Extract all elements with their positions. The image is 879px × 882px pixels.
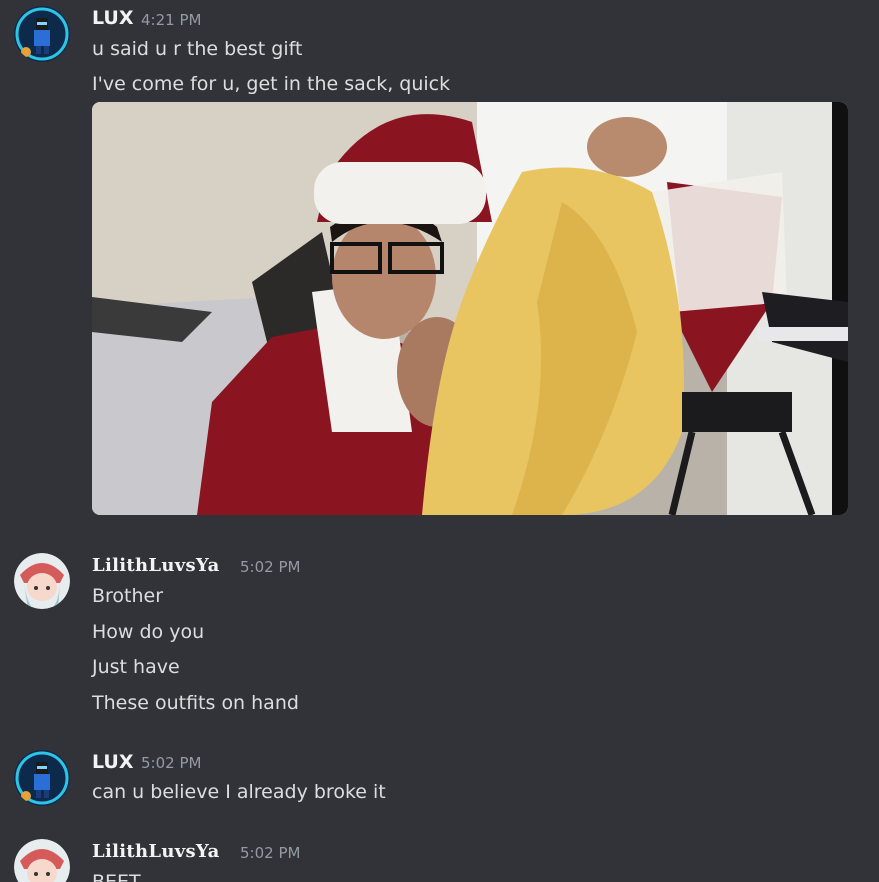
avatar-lux[interactable] bbox=[14, 750, 70, 806]
message-text: u said u r the best gift bbox=[92, 38, 303, 60]
message-text: can u believe I already broke it bbox=[92, 781, 386, 803]
avatar-lilith[interactable] bbox=[14, 553, 70, 609]
username[interactable]: LilithLuvsYa bbox=[92, 555, 220, 577]
message-group: LilithLuvsYa 5:02 PM Brother How do you … bbox=[0, 540, 879, 730]
username[interactable]: LUX bbox=[92, 7, 134, 29]
message-text: Brother bbox=[92, 585, 164, 607]
timestamp[interactable]: 5:02 PM bbox=[240, 556, 300, 578]
chat-message-list[interactable]: LUX 4:21 PM u said u r the best gift I'v… bbox=[0, 0, 879, 882]
image-attachment[interactable] bbox=[92, 102, 848, 515]
avatar-lilith[interactable] bbox=[14, 839, 70, 882]
message-text: How do you bbox=[92, 621, 205, 643]
avatar-lux[interactable] bbox=[14, 6, 70, 62]
message-group: LUX 4:21 PM u said u r the best gift I'v… bbox=[0, 0, 879, 520]
message-text: Just have bbox=[92, 656, 180, 678]
timestamp[interactable]: 4:21 PM bbox=[141, 9, 201, 31]
message-group: LUX 5:02 PM can u believe I already brok… bbox=[0, 740, 879, 820]
timestamp[interactable]: 5:02 PM bbox=[141, 752, 201, 774]
message-text: I've come for u, get in the sack, quick bbox=[92, 73, 451, 95]
message-text: These outfits on hand bbox=[92, 692, 299, 714]
message-group: LilithLuvsYa 5:02 PM BEET bbox=[0, 826, 879, 882]
message-text: BEET bbox=[92, 871, 141, 882]
username[interactable]: LUX bbox=[92, 751, 134, 773]
username[interactable]: LilithLuvsYa bbox=[92, 841, 220, 863]
timestamp[interactable]: 5:02 PM bbox=[240, 842, 300, 864]
